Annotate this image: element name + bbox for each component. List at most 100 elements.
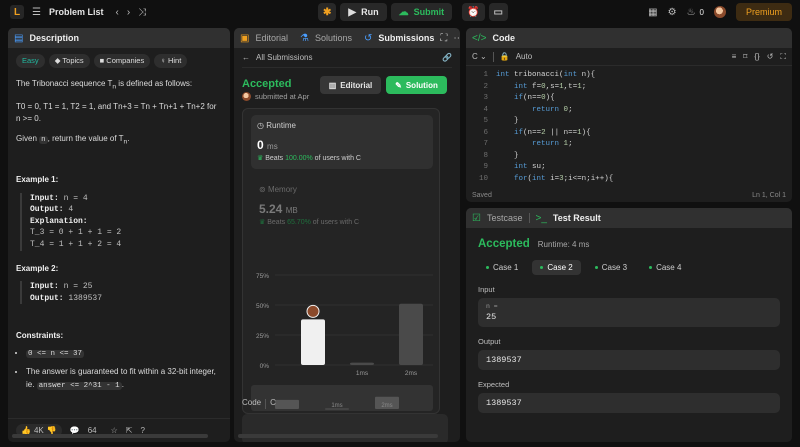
code-line[interactable]: 9 int su; <box>466 162 792 174</box>
test-runtime: Runtime: 4 ms <box>537 240 590 249</box>
code-line[interactable]: 1 int tribonacci(int n){ <box>466 70 792 82</box>
reset-icon[interactable]: ↺ <box>767 52 774 62</box>
layout-grid-icon[interactable]: ▦ <box>648 7 657 18</box>
code-text: return 1; <box>532 140 573 148</box>
list-icon[interactable]: ☰ <box>32 7 41 18</box>
expected-label: Expected <box>478 380 510 389</box>
topics-chip[interactable]: ◆ Topics <box>48 54 90 68</box>
horizontal-scrollbar[interactable] <box>12 434 208 438</box>
chart-bar[interactable] <box>350 362 374 365</box>
chart-bar[interactable] <box>301 319 325 365</box>
y-tick-label: 0% <box>260 363 270 370</box>
auto-mode[interactable]: Auto <box>516 52 532 61</box>
test-result-tab[interactable]: Test Result <box>553 213 601 223</box>
expand-icon[interactable]: ⛶ <box>780 52 786 62</box>
memory-value: 5.24 <box>259 202 283 216</box>
braces-icon[interactable]: {} <box>754 52 759 62</box>
horizontal-scrollbar[interactable] <box>238 434 438 438</box>
code-line[interactable]: 3 if(n==0){ <box>466 93 792 105</box>
code-line[interactable]: 7 return 1; <box>466 139 792 151</box>
code-line[interactable]: 10 for(int i=3;i<=n;i++){ <box>466 174 792 186</box>
code-status-bar: Saved Ln 1, Col 1 <box>466 188 792 202</box>
input-field[interactable]: n = 25 <box>478 298 780 327</box>
case-tab-3[interactable]: Case 3 <box>587 260 635 275</box>
solution-button[interactable]: ✎ Solution <box>386 76 447 94</box>
code-editor[interactable]: 1 int tribonacci(int n){2 int f=0,s=1,t=1… <box>466 66 792 185</box>
code-line[interactable]: 6 if(n==2 || n==1){ <box>466 128 792 140</box>
line-number: 10 <box>478 174 488 183</box>
constraint-2b: answer <= 2^31 - 1 <box>36 381 122 390</box>
ex1-output-val: 4 <box>63 205 74 215</box>
code-tab[interactable]: Code <box>492 33 515 43</box>
submissions-tab[interactable]: Submissions <box>378 33 434 43</box>
chevron-right-icon[interactable]: › <box>127 7 130 18</box>
code-line[interactable]: 5 } <box>466 116 792 128</box>
editor-actions: ≡ ⌑ {} ↺ ⛶ <box>732 52 786 62</box>
code-line[interactable]: 2 int f=0,s=1,t=1; <box>466 82 792 94</box>
user-marker-avatar <box>306 304 320 318</box>
maximize-icon[interactable]: ⛶ <box>440 33 447 44</box>
task-a: Given <box>16 134 40 144</box>
description-tab[interactable]: Description <box>29 33 79 43</box>
editorial-button-label: Editorial <box>340 80 373 90</box>
output-field: 1389537 <box>478 350 780 370</box>
companies-label: Companies <box>106 56 145 65</box>
arrow-left-icon[interactable]: ← <box>242 53 250 62</box>
history-icon: ↺ <box>363 32 373 44</box>
runtime-label-row: ◷ Runtime <box>257 121 427 130</box>
companies-chip[interactable]: ■ Companies <box>93 54 151 68</box>
intro-end: is defined as follows: <box>116 78 193 88</box>
test-panel: ☑ Testcase >_ Test Result Accepted Runti… <box>466 208 792 442</box>
submit-button[interactable]: ☁ Submit <box>390 3 453 21</box>
timer-button[interactable]: ⏰ <box>462 3 485 21</box>
hint-label: Hint <box>167 56 182 65</box>
x-tick-label: 2ms <box>405 370 418 377</box>
ex2-input-key: Input: <box>30 282 59 291</box>
all-submissions-link[interactable]: All Submissions <box>256 53 312 62</box>
premium-button[interactable]: Premium <box>735 3 792 21</box>
case-tab-1[interactable]: Case 1 <box>478 260 526 275</box>
debug-button[interactable]: ✱ <box>318 3 337 21</box>
editorial-tab[interactable]: Editorial <box>255 33 288 43</box>
more-icon[interactable]: ⋯ <box>453 33 460 44</box>
bookmark-icon[interactable]: ⌑ <box>743 52 747 62</box>
constraints-list: 0 <= n <= 37 The answer is guaranteed to… <box>26 347 222 393</box>
runtime-card[interactable]: ◷ Runtime 0 ms ♛ Beats 100.00% of users … <box>251 115 433 169</box>
notes-button[interactable]: ▭ <box>488 3 508 21</box>
problem-definition: T0 = 0, T1 = 1, T2 = 1, and Tn+3 = Tn + … <box>16 101 217 123</box>
problem-list-link[interactable]: Problem List <box>49 7 104 17</box>
divider <box>492 51 494 62</box>
settings-gear-icon[interactable]: ⚙ <box>668 7 677 18</box>
link-icon[interactable]: 🔗 <box>442 53 452 62</box>
user-avatar[interactable] <box>713 6 726 18</box>
pass-dot <box>649 266 653 269</box>
case-tab-4[interactable]: Case 4 <box>641 260 689 275</box>
line-number: 1 <box>483 71 488 79</box>
shuffle-icon[interactable]: ⤨ <box>138 7 146 18</box>
overview-tick-label: 1ms <box>331 403 342 409</box>
format-icon[interactable]: ≡ <box>732 52 737 62</box>
hint-chip[interactable]: ♀ Hint <box>154 54 188 68</box>
memory-card[interactable]: ⊚ Memory 5.24 MB ♛ Beats 65.70% of users… <box>259 185 359 226</box>
language-select[interactable]: C ⌄ <box>472 52 487 61</box>
solutions-tab[interactable]: Solutions <box>315 33 352 43</box>
code-line[interactable]: 4 return 0; <box>466 105 792 117</box>
run-button[interactable]: ▶ Run <box>340 3 387 21</box>
ex2-output-key: Output: <box>30 293 64 303</box>
edit-icon: ✎ <box>395 80 402 90</box>
trophy-icon: ♛ <box>257 155 266 162</box>
case-tab-2[interactable]: Case 2 <box>532 260 581 275</box>
note-icon: ▭ <box>493 6 503 18</box>
chip-icon: ⊚ <box>259 185 268 194</box>
streak-fire-icon[interactable]: ♨ <box>687 7 696 18</box>
editorial-button[interactable]: ▥ Editorial <box>320 76 381 94</box>
chevron-left-icon[interactable]: ‹ <box>115 7 118 18</box>
testcase-tab[interactable]: Testcase <box>487 213 523 223</box>
chart-bar[interactable] <box>399 303 423 365</box>
leetcode-logo-icon[interactable]: L <box>10 5 24 19</box>
cursor-position: Ln 1, Col 1 <box>752 191 786 199</box>
code-line[interactable]: 8 } <box>466 151 792 163</box>
distribution-overview[interactable]: 1ms 2ms <box>251 385 433 411</box>
case-label: Case 1 <box>493 263 519 272</box>
code-language: C <box>270 398 276 407</box>
